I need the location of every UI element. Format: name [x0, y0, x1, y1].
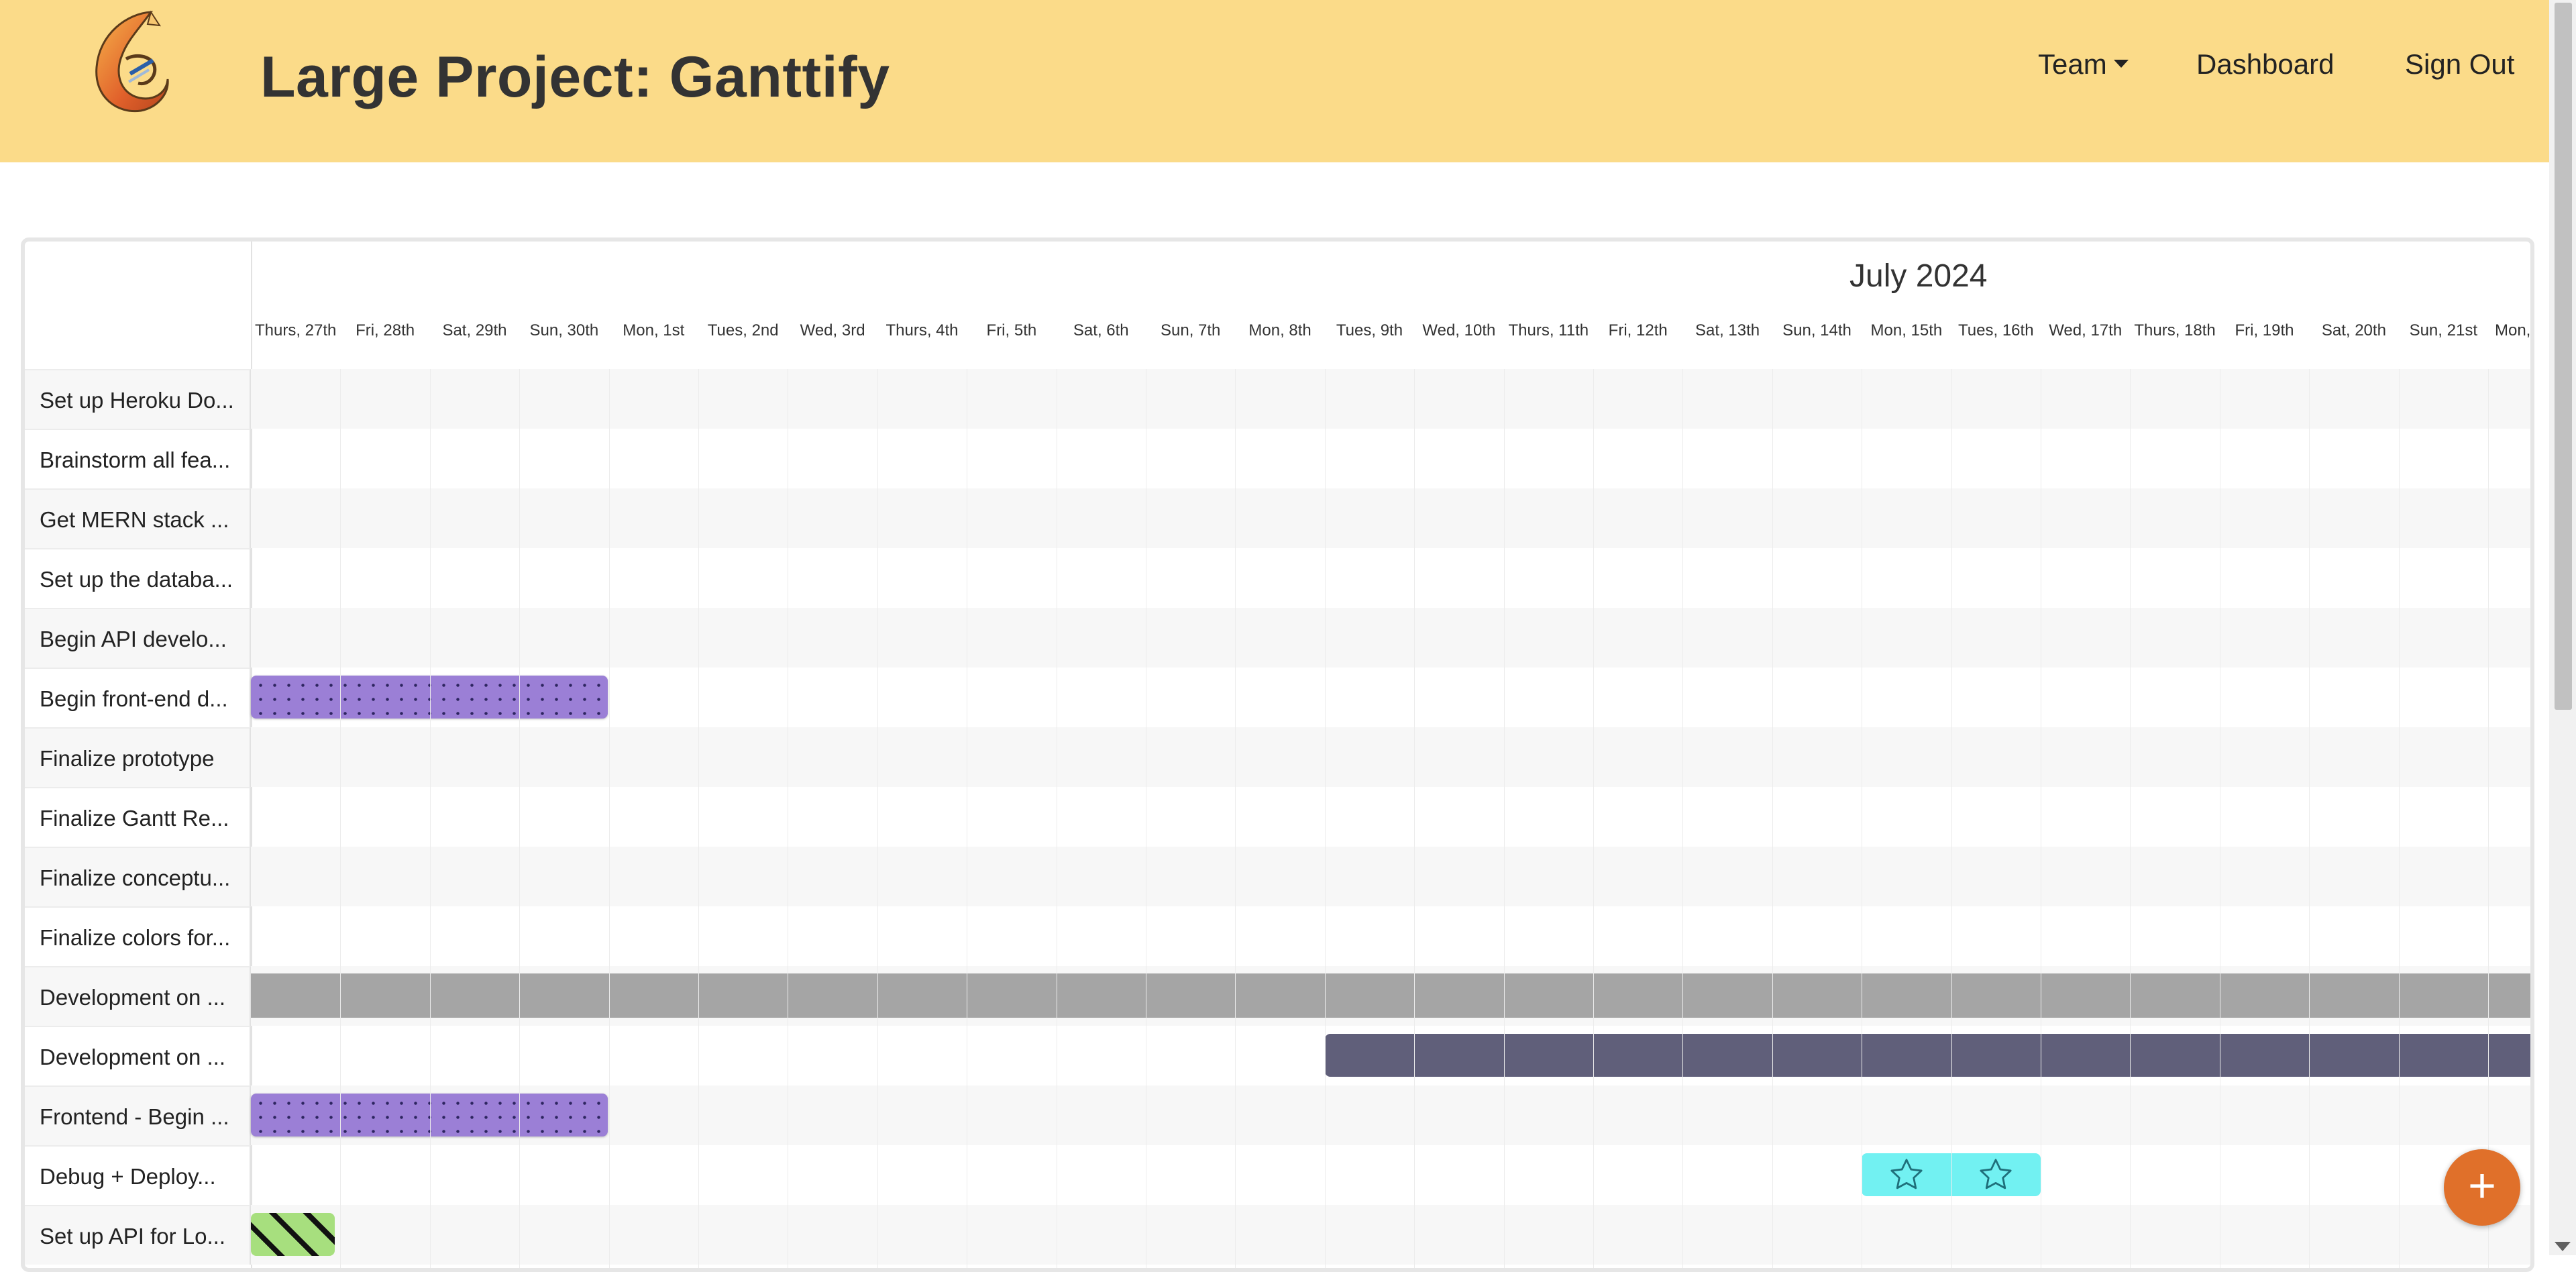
day-header: Fri, 19th — [2235, 321, 2294, 339]
star-icon — [1890, 1159, 1923, 1189]
grid-line — [2309, 369, 2310, 1268]
task-bar-slate[interactable] — [1324, 1034, 2530, 1077]
day-header: Sat, 6th — [1073, 321, 1129, 339]
scrollbar-thumb[interactable] — [2555, 3, 2572, 710]
task-name[interactable]: Set up Heroku Do... — [25, 369, 251, 429]
month-label: July 2024 — [1849, 258, 1988, 294]
grid-line — [1503, 369, 1505, 1268]
task-row: Development on ... — [25, 1026, 2530, 1085]
day-header: Sat, 20th — [2321, 321, 2386, 339]
task-name[interactable]: Get MERN stack ... — [25, 488, 251, 548]
grid-line — [2130, 369, 2131, 1268]
ganttify-logo-icon[interactable] — [87, 7, 174, 117]
grid-line — [1593, 369, 1594, 1268]
task-bar-gray[interactable] — [251, 973, 2530, 1018]
day-header: Wed, 10th — [1422, 321, 1496, 339]
task-name[interactable]: Set up the databa... — [25, 548, 251, 608]
task-row: Debug + Deploy... — [25, 1145, 2530, 1205]
day-header: Thurs, 4th — [885, 321, 959, 339]
grid-line — [340, 369, 341, 1268]
day-header: Sun, 21st — [2409, 321, 2477, 339]
grid-line — [877, 369, 878, 1268]
day-header: Mon, 1st — [623, 321, 685, 339]
day-header: Fri, 12th — [1608, 321, 1668, 339]
team-dropdown[interactable]: Team — [2038, 48, 2129, 81]
star-icon — [1980, 1159, 2012, 1189]
task-bar-dotted[interactable] — [251, 676, 608, 719]
task-row: Set up API for Lo... — [25, 1205, 2530, 1265]
task-name[interactable]: Frontend - Begin ... — [25, 1085, 251, 1145]
day-header: Sun, 30th — [529, 321, 599, 339]
task-row: Begin API develo... — [25, 608, 2530, 668]
day-header: Thurs, 18th — [2134, 321, 2216, 339]
sign-out-link[interactable]: Sign Out — [2405, 48, 2514, 81]
grid-line — [608, 369, 610, 1268]
task-name[interactable]: Finalize Gantt Re... — [25, 787, 251, 847]
day-header: Mon, 8th — [1248, 321, 1311, 339]
day-header: Wed, 3rd — [800, 321, 865, 339]
task-name[interactable]: Begin API develo... — [25, 608, 251, 668]
grid-line — [1324, 369, 1326, 1268]
task-name[interactable]: Development on ... — [25, 1026, 251, 1085]
grid-line — [519, 369, 521, 1268]
day-header: Thurs, 27th — [254, 321, 337, 339]
dashboard-link[interactable]: Dashboard — [2196, 48, 2334, 81]
task-row: Begin front-end d... — [25, 668, 2530, 727]
task-row: Set up the databa... — [25, 548, 2530, 608]
grid-line — [1951, 369, 1952, 1268]
task-bar-dotted[interactable] — [251, 1094, 608, 1136]
task-name[interactable]: Finalize conceptu... — [25, 847, 251, 906]
day-header: Mon, 15th — [1870, 321, 1943, 339]
gantt-chart: July 2024 Thurs, 27th Fri, 28th Sat, 29th S… — [21, 237, 2534, 1272]
caret-down-icon — [2113, 59, 2129, 68]
task-row: Finalize Gantt Re... — [25, 787, 2530, 847]
top-navbar: Large Project: Ganttify Team Dashboard S… — [0, 0, 2549, 162]
grid-line — [698, 369, 699, 1268]
day-header: Fri, 28th — [356, 321, 415, 339]
vertical-scrollbar[interactable] — [2549, 0, 2576, 1255]
task-row: Finalize prototype — [25, 727, 2530, 787]
grid-line — [2488, 369, 2489, 1268]
task-row: Development on ... — [25, 966, 2530, 1026]
task-row: Get MERN stack ... — [25, 488, 2530, 548]
plus-icon: + — [2467, 1159, 2497, 1213]
task-row: Set up Heroku Do... — [25, 369, 2530, 429]
task-row: Frontend - Begin ... — [25, 1085, 2530, 1145]
task-name[interactable]: Set up API for Lo... — [25, 1205, 251, 1265]
add-task-button[interactable]: + — [2444, 1149, 2520, 1226]
day-header: Thurs, 11th — [1508, 321, 1589, 339]
gantt-inner: July 2024 Thurs, 27th Fri, 28th Sat, 29th S… — [25, 242, 2530, 1268]
task-name[interactable]: Begin front-end d... — [25, 668, 251, 727]
page-title: Large Project: Ganttify — [260, 45, 890, 109]
day-header: Sat, 13th — [1695, 321, 1760, 339]
day-header: Sat, 29th — [442, 321, 507, 339]
day-header: Tues, 2nd — [707, 321, 779, 339]
task-row: Brainstorm all fea... — [25, 429, 2530, 488]
grid-line — [1235, 369, 1236, 1268]
grid-line — [1772, 369, 1773, 1268]
task-row: Finalize colors for... — [25, 906, 2530, 966]
grid-line — [1682, 369, 1684, 1268]
grid-line — [1414, 369, 1415, 1268]
task-name[interactable]: Debug + Deploy... — [25, 1145, 251, 1205]
day-header: Mon, 22nd — [2494, 321, 2531, 339]
day-header: Wed, 17th — [2049, 321, 2123, 339]
task-name[interactable]: Brainstorm all fea... — [25, 429, 251, 488]
grid-line — [2398, 369, 2400, 1268]
task-row: Finalize conceptu... — [25, 847, 2530, 906]
task-name[interactable]: Development on ... — [25, 966, 251, 1026]
task-name[interactable]: Finalize colors for... — [25, 906, 251, 966]
day-header: Tues, 9th — [1336, 321, 1403, 339]
team-label: Team — [2038, 48, 2107, 80]
day-header: Fri, 5th — [986, 321, 1037, 339]
day-header: Sun, 7th — [1160, 321, 1221, 339]
grid-line — [429, 369, 431, 1268]
task-bar-striped[interactable] — [251, 1213, 335, 1256]
day-header: Tues, 16th — [1958, 321, 2034, 339]
day-header: Sun, 14th — [1782, 321, 1851, 339]
task-name[interactable]: Finalize prototype — [25, 727, 251, 787]
scroll-down-arrow-icon[interactable] — [2555, 1242, 2571, 1251]
